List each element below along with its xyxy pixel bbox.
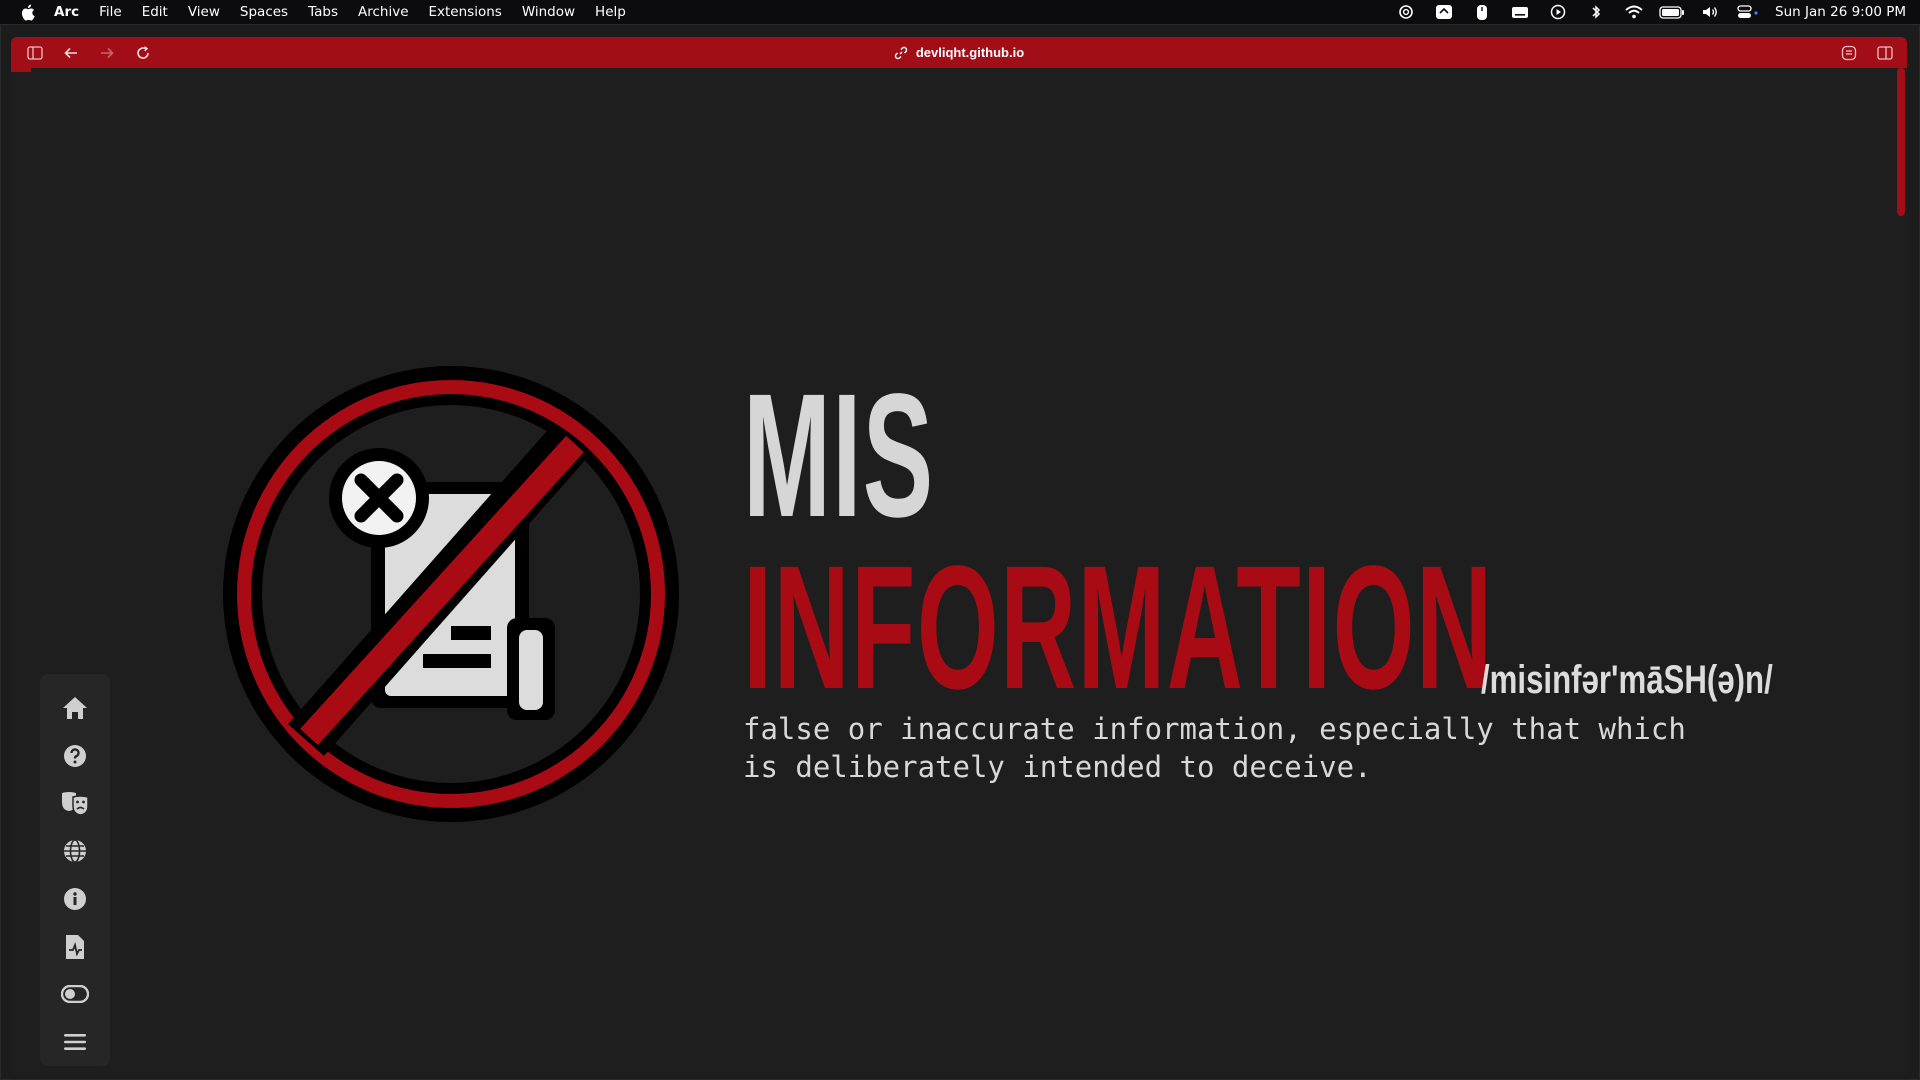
battery-icon[interactable] xyxy=(1653,0,1691,24)
dock-item-masks[interactable] xyxy=(55,780,95,828)
browser-window: devliqht.github.io MIS INFORMATION /misi… xyxy=(0,24,1920,1080)
dock-item-globe[interactable] xyxy=(55,827,95,875)
menu-tabs[interactable]: Tabs xyxy=(298,4,348,20)
theater-masks-icon xyxy=(62,792,89,816)
file-chart-icon xyxy=(66,934,84,959)
question-icon xyxy=(64,744,86,767)
mouse-icon[interactable] xyxy=(1463,0,1501,24)
screen-mirror-icon[interactable] xyxy=(1425,0,1463,24)
dock-item-home[interactable] xyxy=(55,684,95,732)
apple-menu[interactable] xyxy=(0,4,54,21)
menu-view[interactable]: View xyxy=(178,4,230,20)
pronunciation: /misinfər'māSH(ə)n/ xyxy=(1481,658,1773,702)
menu-file[interactable]: File xyxy=(89,4,132,20)
menu-icon xyxy=(64,1034,86,1051)
arrow-right-icon xyxy=(101,47,114,58)
dock-item-toggle[interactable] xyxy=(55,971,95,1019)
wifi-icon[interactable] xyxy=(1615,0,1653,24)
menu-help[interactable]: Help xyxy=(585,4,636,20)
dock-item-help[interactable] xyxy=(55,732,95,780)
bluetooth-icon[interactable] xyxy=(1577,0,1615,24)
home-icon xyxy=(63,696,87,719)
keyboard-icon[interactable] xyxy=(1501,0,1539,24)
reload-button[interactable] xyxy=(125,37,161,68)
url-bar[interactable]: devliqht.github.io xyxy=(11,37,1907,68)
title-information: INFORMATION xyxy=(743,530,1494,726)
sidebar-toggle-button[interactable] xyxy=(17,37,53,68)
hero-text: MIS INFORMATION /misinfər'māSH(ə)n/ fals… xyxy=(743,368,1843,786)
dock-item-info[interactable] xyxy=(55,875,95,923)
page-viewport: MIS INFORMATION /misinfər'māSH(ə)n/ fals… xyxy=(11,68,1907,1074)
dock-item-report[interactable] xyxy=(55,923,95,971)
apple-icon xyxy=(21,4,35,20)
title-information-row: INFORMATION /misinfər'māSH(ə)n/ xyxy=(743,540,1843,716)
dock-item-menu[interactable] xyxy=(55,1018,95,1066)
menu-edit[interactable]: Edit xyxy=(132,4,178,20)
menu-archive[interactable]: Archive xyxy=(348,4,419,20)
menu-spaces[interactable]: Spaces xyxy=(230,4,298,20)
page-load-indicator xyxy=(11,68,31,72)
chatgpt-icon[interactable] xyxy=(1387,0,1425,24)
menu-window[interactable]: Window xyxy=(512,4,585,20)
split-view-button[interactable] xyxy=(1867,37,1903,68)
info-icon xyxy=(64,887,86,910)
browser-toolbar: devliqht.github.io xyxy=(11,37,1907,68)
reload-icon xyxy=(137,45,149,59)
url-text: devliqht.github.io xyxy=(915,45,1025,60)
title-mis: MIS xyxy=(743,358,935,554)
scrollbar-thumb[interactable] xyxy=(1897,68,1905,216)
volume-icon[interactable] xyxy=(1691,0,1729,24)
side-dock xyxy=(40,674,110,1066)
capture-icon xyxy=(1841,45,1857,60)
forward-button[interactable] xyxy=(89,37,125,68)
no-misinformation-logo xyxy=(223,366,679,822)
menu-extensions[interactable]: Extensions xyxy=(419,4,512,20)
toggle-icon xyxy=(61,985,89,1004)
menu-bar: Arc File Edit View Spaces Tabs Archive E… xyxy=(0,0,1920,24)
capture-button[interactable] xyxy=(1831,37,1867,68)
sidebar-icon xyxy=(27,45,43,60)
link-icon xyxy=(894,46,907,59)
back-button[interactable] xyxy=(53,37,89,68)
menu-app-name[interactable]: Arc xyxy=(54,4,89,20)
globe-icon xyxy=(64,839,86,863)
arrow-left-icon xyxy=(64,47,77,58)
split-view-icon xyxy=(1877,45,1893,60)
menu-bar-clock[interactable]: Sun Jan 26 9:00 PM xyxy=(1767,4,1906,20)
control-center-icon[interactable] xyxy=(1729,0,1767,24)
play-icon[interactable] xyxy=(1539,0,1577,24)
